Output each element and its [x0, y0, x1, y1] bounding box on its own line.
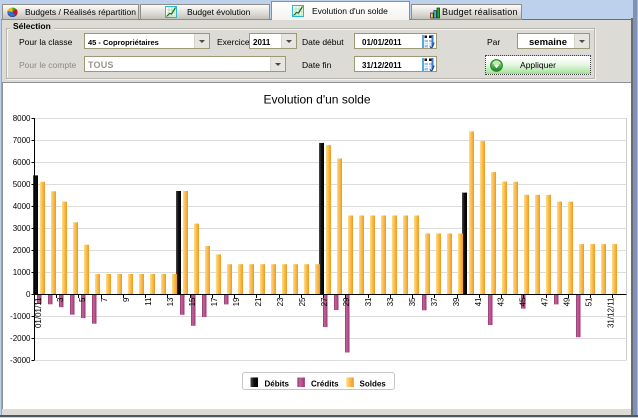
svg-text:Soldes: Soldes	[360, 380, 387, 389]
svg-text:Crédits: Crédits	[311, 380, 339, 389]
svg-text:Débits: Débits	[265, 380, 290, 389]
